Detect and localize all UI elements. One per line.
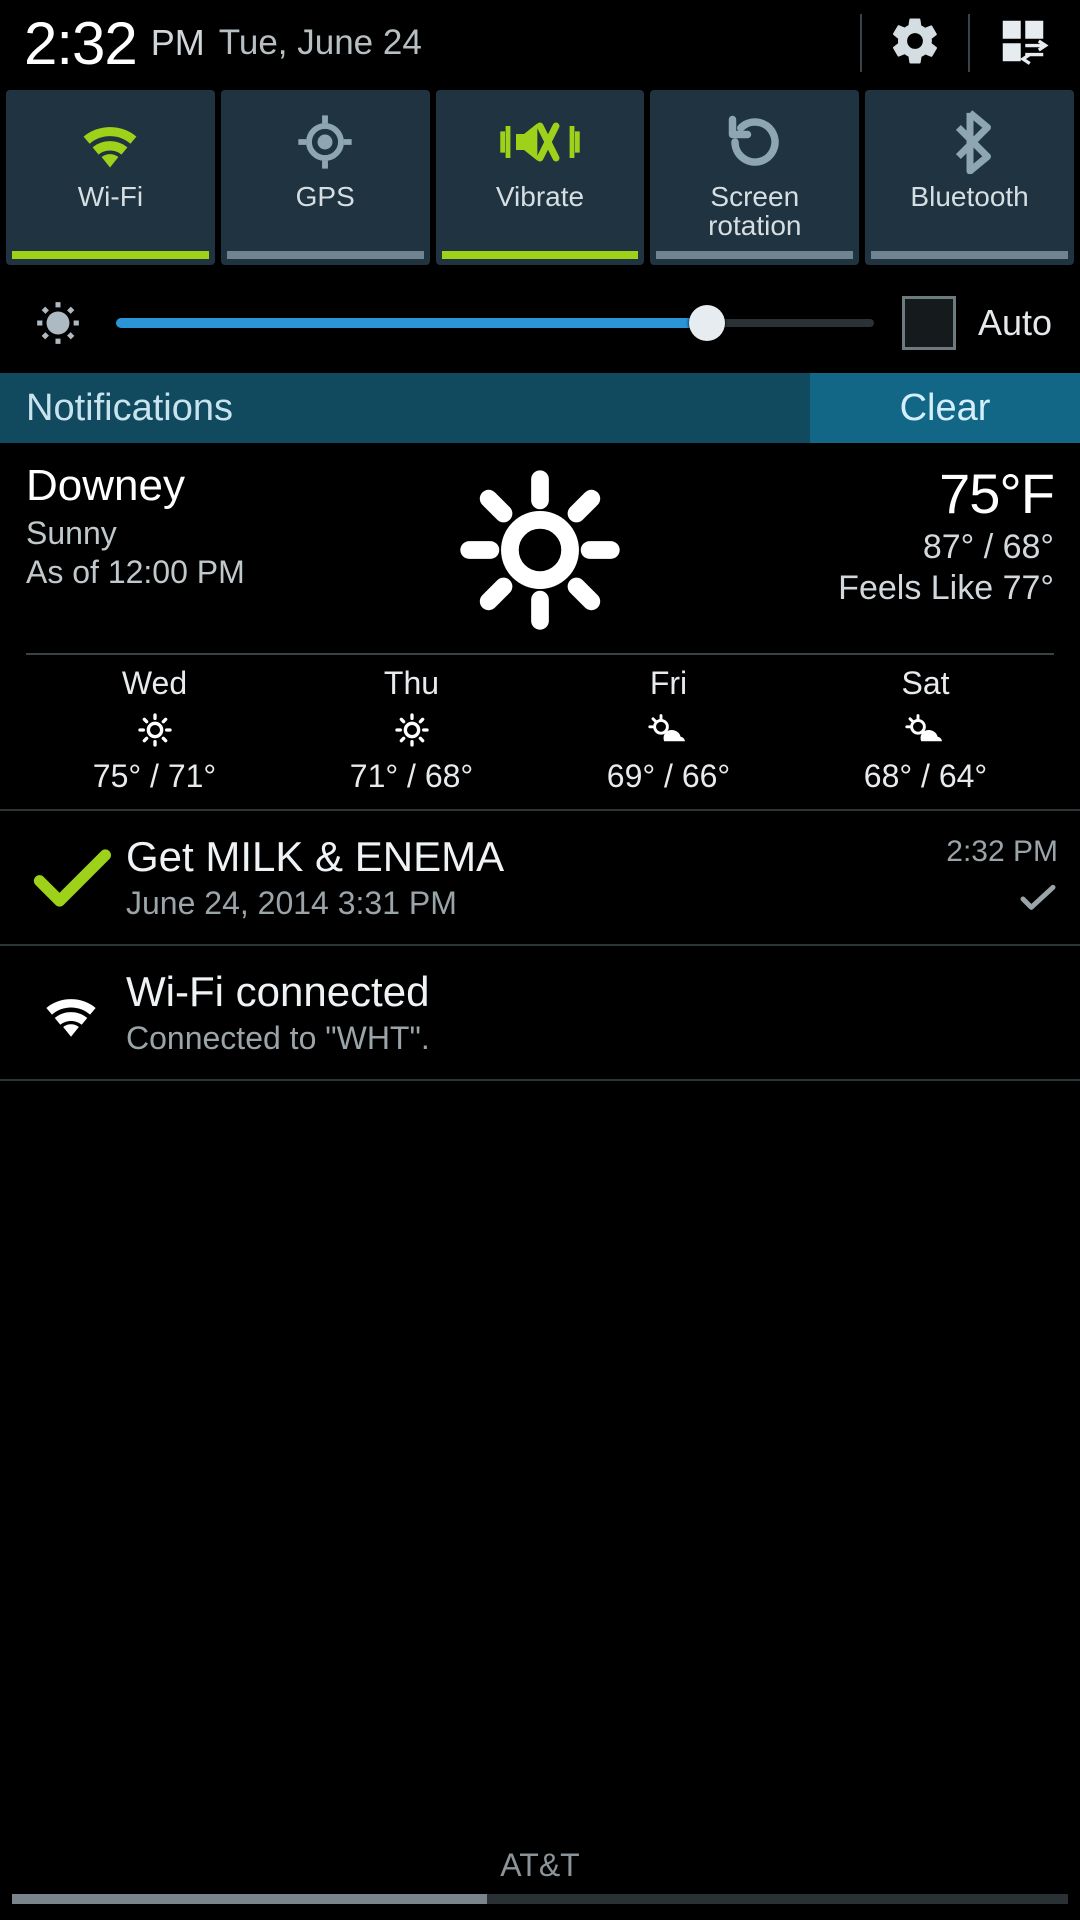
vibrate-mute-icon <box>500 108 580 176</box>
weather-feels-like: Feels Like 77° <box>640 569 1054 608</box>
notification-wifi[interactable]: Wi-Fi connected Connected to "WHT". <box>0 946 1080 1079</box>
toggle-indicator <box>442 251 639 259</box>
toggle-label: GPS <box>296 182 355 211</box>
wifi-icon <box>72 108 148 176</box>
quick-panel-grid-button[interactable] <box>988 8 1058 78</box>
toggle-vibrate[interactable]: Vibrate <box>436 90 645 265</box>
brightness-slider[interactable] <box>116 303 874 343</box>
slider-thumb[interactable] <box>689 305 725 341</box>
notification-subtitle: June 24, 2014 3:31 PM <box>126 885 888 922</box>
brightness-row: Auto <box>0 273 1080 373</box>
check-icon <box>16 846 126 910</box>
forecast-day-label: Fri <box>650 665 687 702</box>
notification-reminder[interactable]: Get MILK & ENEMA June 24, 2014 3:31 PM 2… <box>0 811 1080 944</box>
forecast-day: Sat 68° / 64° <box>797 665 1054 795</box>
header-divider <box>860 14 862 72</box>
forecast-day-label: Thu <box>384 665 439 702</box>
notification-time: 2:32 PM <box>946 835 1058 869</box>
sun-icon <box>392 708 432 752</box>
settings-button[interactable] <box>880 8 950 78</box>
bluetooth-icon <box>948 108 992 176</box>
clear-notifications-button[interactable]: Clear <box>810 373 1080 443</box>
toggle-indicator <box>871 251 1068 259</box>
forecast-day-label: Wed <box>122 665 187 702</box>
notifications-title: Notifications <box>0 373 810 443</box>
footer-handle[interactable] <box>12 1894 1068 1904</box>
row-divider <box>0 1079 1080 1081</box>
toggle-label: Bluetooth <box>910 182 1028 211</box>
clock-time: 2:32 <box>24 9 137 78</box>
forecast-row: Wed 75° / 71° Thu 71° / 68° Fri 69° / 66… <box>26 665 1054 809</box>
forecast-temps: 69° / 66° <box>607 758 730 795</box>
sun-cloud-icon <box>645 708 693 752</box>
footer: AT&T <box>0 1847 1080 1920</box>
gear-icon <box>888 14 942 73</box>
weather-temp: 75°F <box>640 461 1054 526</box>
quick-toggles-row: Wi-Fi GPS Vibrate <box>0 86 1080 273</box>
weather-card[interactable]: Downey Sunny As of 12:00 PM 75°F 87° / 6… <box>0 443 1080 809</box>
status-row: 2:32 PM Tue, June 24 <box>0 0 1080 86</box>
weather-divider <box>26 653 1054 655</box>
sun-icon <box>135 708 175 752</box>
clock-date: Tue, June 24 <box>219 23 422 63</box>
toggle-indicator <box>227 251 424 259</box>
grid-icon <box>996 14 1050 73</box>
toggle-indicator <box>656 251 853 259</box>
brightness-auto-label: Auto <box>978 302 1052 344</box>
notification-title: Get MILK & ENEMA <box>126 833 888 881</box>
forecast-temps: 68° / 64° <box>864 758 987 795</box>
toggle-label: Vibrate <box>496 182 584 211</box>
footer-handle-fill <box>12 1894 487 1904</box>
notification-subtitle: Connected to "WHT". <box>126 1020 1058 1057</box>
sun-icon <box>440 461 640 635</box>
wifi-icon <box>16 985 126 1041</box>
forecast-temps: 71° / 68° <box>350 758 473 795</box>
forecast-day: Fri 69° / 66° <box>540 665 797 795</box>
slider-fill <box>116 318 707 328</box>
notifications-header: Notifications Clear <box>0 373 1080 443</box>
check-icon <box>1018 883 1058 920</box>
weather-city: Downey <box>26 461 440 511</box>
weather-asof: As of 12:00 PM <box>26 554 440 591</box>
header-divider <box>968 14 970 72</box>
clock-ampm: PM <box>151 22 205 64</box>
forecast-day: Wed 75° / 71° <box>26 665 283 795</box>
weather-hilo: 87° / 68° <box>640 528 1054 567</box>
brightness-auto-checkbox[interactable] <box>902 296 956 350</box>
notification-title: Wi-Fi connected <box>126 968 1058 1016</box>
rotation-icon <box>725 108 785 176</box>
toggle-label: Wi-Fi <box>78 182 143 211</box>
forecast-day-label: Sat <box>901 665 949 702</box>
toggle-gps[interactable]: GPS <box>221 90 430 265</box>
toggle-label: Screen rotation <box>708 182 801 241</box>
forecast-temps: 75° / 71° <box>93 758 216 795</box>
gps-icon <box>293 108 357 176</box>
toggle-screen-rotation[interactable]: Screen rotation <box>650 90 859 265</box>
brightness-icon <box>28 298 88 348</box>
carrier-label: AT&T <box>0 1847 1080 1884</box>
toggle-indicator <box>12 251 209 259</box>
toggle-wifi[interactable]: Wi-Fi <box>6 90 215 265</box>
weather-condition: Sunny <box>26 515 440 552</box>
forecast-day: Thu 71° / 68° <box>283 665 540 795</box>
toggle-bluetooth[interactable]: Bluetooth <box>865 90 1074 265</box>
sun-cloud-icon <box>902 708 950 752</box>
